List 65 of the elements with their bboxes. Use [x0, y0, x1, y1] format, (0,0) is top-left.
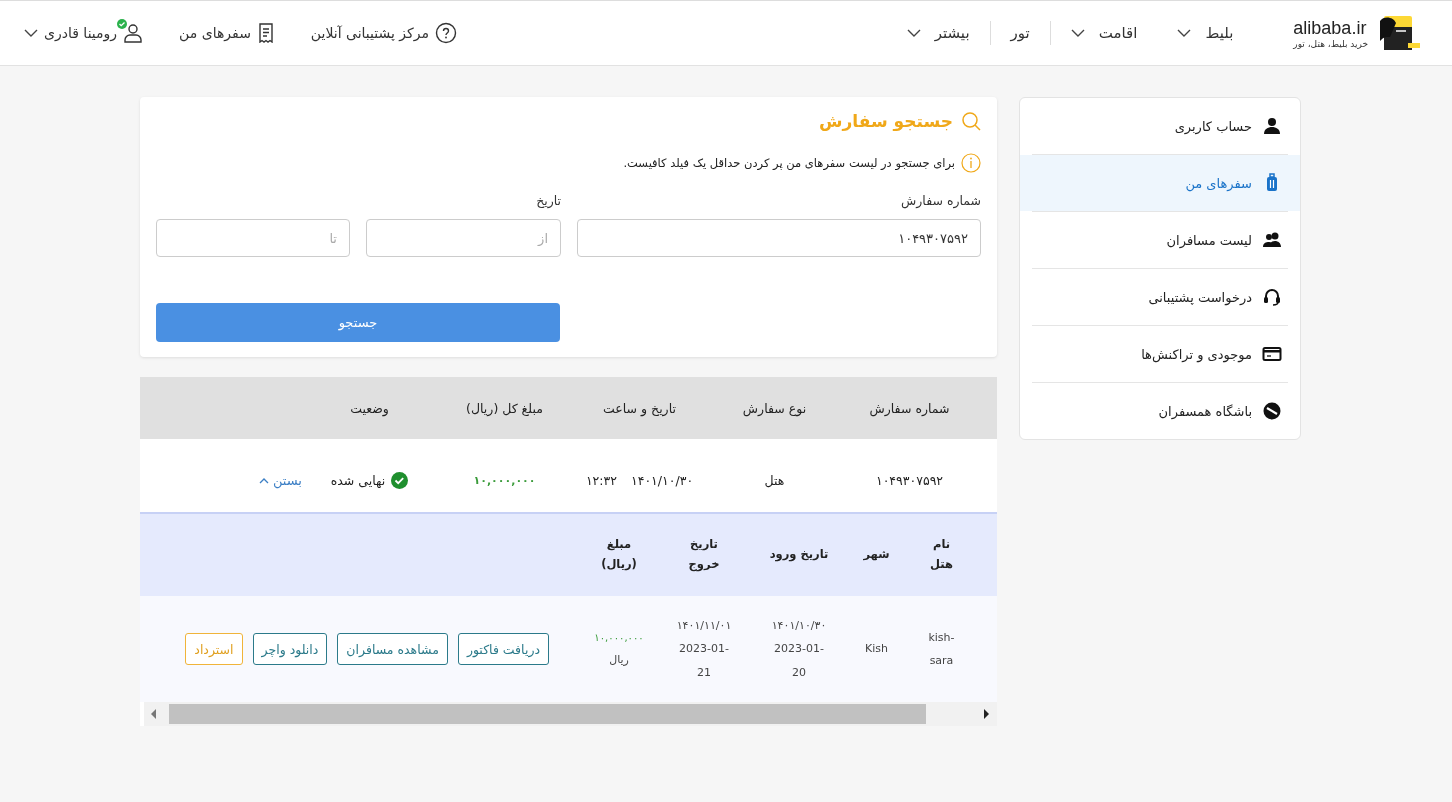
action-button[interactable]: مشاهده مسافران [337, 633, 448, 665]
column-header: تاریخ و ساعت [602, 400, 677, 416]
sidebar-item[interactable]: درخواست پشتیبانی [1020, 269, 1300, 325]
support-link[interactable]: مرکز پشتیبانی آنلاین [310, 22, 457, 44]
sidebar-item[interactable]: باشگاه همسفران [1020, 383, 1300, 439]
person-icon [1262, 116, 1282, 136]
badge-icon [1262, 401, 1282, 421]
amount-text: ۱۰,۰۰۰,۰۰۰ [594, 630, 644, 645]
field-label: شماره سفارش [900, 193, 981, 209]
field-label: تاریخ [535, 193, 561, 209]
chevron-down-icon [1177, 29, 1192, 37]
time-text: ۱۲:۳۲ [585, 473, 617, 488]
nav-menu-item[interactable]: بیشتر [886, 24, 990, 42]
nav-menu-item[interactable]: تور [990, 24, 1050, 42]
column-header: وضعیت [349, 400, 390, 416]
column-header: تاریخ خروج [687, 536, 721, 574]
card-icon [1262, 344, 1282, 364]
status-text: نهایی شده [330, 473, 386, 488]
user-icon [123, 23, 144, 43]
table-cell-text: Kish [865, 641, 888, 658]
currency-text: ریال [609, 651, 629, 668]
chevron-up-icon [258, 477, 269, 484]
date-text: ۱۴۰۱/۱۰/۳۰ [771, 618, 827, 635]
amount-text: ۱۰,۰۰۰,۰۰۰ [472, 474, 537, 487]
date-text: 2023-01-21 [678, 641, 730, 681]
sidebar-item[interactable]: لیست مسافران [1020, 212, 1300, 268]
info-icon [961, 153, 981, 173]
sidebar-item[interactable]: سفرهای من [1020, 155, 1300, 211]
collapse-toggle[interactable]: بستن [242, 473, 302, 488]
column-header: تاریخ ورود [768, 546, 830, 564]
sidebar-item[interactable]: موجودی و تراکنش‌ها [1020, 326, 1300, 382]
help-icon [434, 22, 457, 44]
nav-menu-item[interactable]: بلیط [1157, 24, 1254, 42]
column-header: نوع سفارش [741, 400, 808, 416]
table-cell-text: هتل [763, 473, 786, 488]
sidebar-item[interactable]: حساب کاربری [1020, 98, 1300, 154]
hint-text: برای جستجو در لیست سفرهای من پر کردن حداقل یک فیلد کافیست. [623, 156, 955, 170]
search-icon [961, 111, 981, 131]
column-header: شماره سفارش [868, 400, 951, 416]
order-number-field[interactable]: ۱۰۴۹۳۰۷۵۹۲ [577, 219, 981, 257]
user-menu[interactable]: رومینا قادری [24, 23, 144, 43]
headset-icon [1262, 287, 1282, 307]
column-header: شهر [862, 546, 891, 564]
column-header: مبلغ (ریال) [600, 536, 638, 573]
chevron-down-icon [1070, 29, 1085, 37]
action-button[interactable]: دانلود واچر [252, 633, 328, 665]
date-text: 2023-01-20 [773, 641, 825, 681]
column-header: مبلغ کل (ریال) [465, 400, 544, 416]
column-header: نام هتل [929, 536, 954, 573]
horizontal-scrollbar[interactable] [144, 702, 997, 726]
date-to-field[interactable]: تا [156, 219, 350, 257]
table-cell-text: ۱۰۴۹۳۰۷۵۹۲ [874, 473, 945, 488]
date-text: ۱۴۰۱/۱۱/۰۱ [676, 618, 732, 635]
table-cell-text: kish-sara [927, 629, 956, 669]
chevron-down-icon [906, 29, 921, 37]
my-trips-link[interactable]: سفرهای من [179, 23, 275, 43]
receipt-icon [256, 23, 275, 43]
date-from-field[interactable]: از [366, 219, 561, 257]
logo-tagline: خرید بلیط، هتل، تور [1293, 38, 1368, 49]
search-title: جستجو سفارش [819, 111, 953, 131]
date-text: ۱۴۰۱/۱۰/۳۰ [630, 473, 694, 488]
logo-wordmark[interactable]: alibaba.ir [1293, 17, 1367, 39]
chevron-down-icon [24, 29, 38, 37]
people-icon [1262, 230, 1282, 250]
action-button[interactable]: دریافت فاکتور [457, 633, 549, 665]
